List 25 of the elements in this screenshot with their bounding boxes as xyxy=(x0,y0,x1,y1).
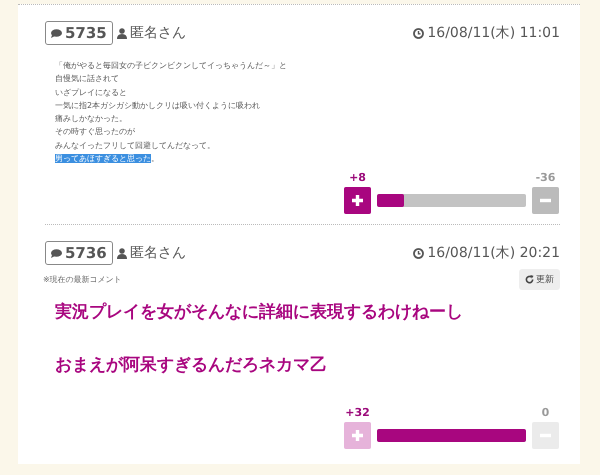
comment-number[interactable]: 5736 xyxy=(45,241,113,266)
comment-text: いざプレイになると xyxy=(55,88,127,97)
comment-text: 。 xyxy=(151,154,159,164)
comment-text: 痛みしかなかった。 xyxy=(55,114,127,124)
minus-count: 0 xyxy=(542,406,550,420)
comment-text: 「俺がやると毎回女の子ビクンビクンしてイっちゃうんだ～」と xyxy=(55,61,287,70)
comment-text: 男ってあほすぎると思った xyxy=(55,154,151,164)
comment-text: 一気に指2本ガシガシ動かしクリは吸い付くように吸われ xyxy=(55,100,260,110)
comment-number-text: 5736 xyxy=(65,244,107,262)
comment-number-text: 5735 xyxy=(65,24,107,42)
comment-text: 実況プレイを女がそんなに詳細に表現するわけねーし xyxy=(55,301,464,324)
plus-count: +32 xyxy=(345,406,370,420)
comment-text: みんなイったフリして回避してんだなって。 xyxy=(55,140,215,150)
refresh-button[interactable]: 更新 xyxy=(519,269,560,290)
post-time: 16/08/11(木) 11:01 xyxy=(427,24,560,42)
comment-text: 自慢気に話されて xyxy=(55,74,119,84)
minus-count: -36 xyxy=(536,171,556,184)
comment-number[interactable]: 5735 xyxy=(45,21,113,45)
comment-text: おまえが阿呆すぎるんだろネカマ乙 xyxy=(55,354,328,376)
latest-comment-note: ※現在の最新コメント xyxy=(43,274,122,286)
author-name: 匿名さん xyxy=(130,244,186,262)
comment-text: その時すぐ思ったのが xyxy=(55,127,135,136)
post-time: 16/08/11(木) 20:21 xyxy=(427,244,560,262)
author-name: 匿名さん xyxy=(130,24,186,42)
plus-count: +8 xyxy=(349,171,366,184)
